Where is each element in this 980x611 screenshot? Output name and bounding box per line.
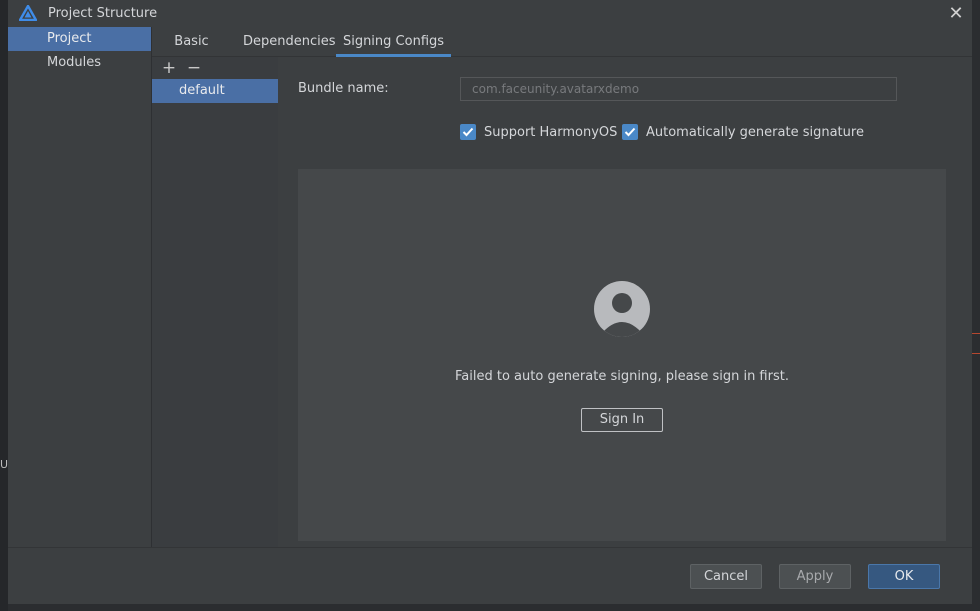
background-text-fragment: UE [0, 458, 8, 471]
background-marker-line [972, 353, 980, 354]
auto-generate-signature-checkbox[interactable]: Automatically generate signature [622, 123, 864, 141]
sidebar: Project Modules [8, 27, 151, 547]
sidebar-item-label: Modules [47, 55, 102, 70]
bundle-name-label: Bundle name: [298, 81, 389, 96]
cancel-button[interactable]: Cancel [690, 564, 762, 589]
add-config-button[interactable]: + [160, 59, 178, 77]
dialog-footer: Cancel Apply OK [8, 547, 972, 604]
close-icon[interactable]: ✕ [945, 3, 967, 25]
user-avatar-icon [594, 281, 650, 337]
config-item-default[interactable]: default [152, 79, 278, 103]
signing-config-list-panel: + − default [152, 57, 278, 547]
dialog-title: Project Structure [48, 6, 158, 21]
project-structure-dialog: Project Structure ✕ Project Modules Basi… [8, 0, 972, 604]
check-icon [622, 124, 638, 140]
remove-config-button[interactable]: − [185, 59, 203, 77]
background-marker-line [972, 333, 980, 334]
ok-button[interactable]: OK [868, 564, 940, 589]
sidebar-item-label: Project [47, 31, 92, 46]
sign-in-panel: Failed to auto generate signing, please … [298, 169, 946, 541]
bundle-name-input[interactable] [460, 77, 897, 101]
signing-config-detail: Bundle name: Support HarmonyOS Automatic… [278, 57, 972, 547]
sign-in-button[interactable]: Sign In [581, 408, 663, 432]
tab-basic-info[interactable]: Basic Info [164, 27, 219, 78]
sidebar-item-modules[interactable]: Modules [8, 51, 151, 75]
support-harmonyos-checkbox[interactable]: Support HarmonyOS [460, 123, 617, 141]
sign-in-failure-message: Failed to auto generate signing, please … [455, 369, 789, 384]
app-logo-icon [19, 5, 37, 21]
check-icon [460, 124, 476, 140]
support-harmonyos-label: Support HarmonyOS [484, 124, 618, 140]
apply-button[interactable]: Apply [779, 564, 851, 589]
auto-generate-signature-label: Automatically generate signature [646, 124, 864, 140]
tab-bar: Basic Info Dependencies Signing Configs [152, 27, 972, 78]
sidebar-item-project[interactable]: Project [8, 27, 151, 51]
tab-signing-configs[interactable]: Signing Configs [336, 27, 451, 57]
title-bar: Project Structure ✕ [8, 0, 972, 27]
background-editor-edge [0, 0, 8, 611]
tab-dependencies[interactable]: Dependencies [243, 27, 336, 57]
